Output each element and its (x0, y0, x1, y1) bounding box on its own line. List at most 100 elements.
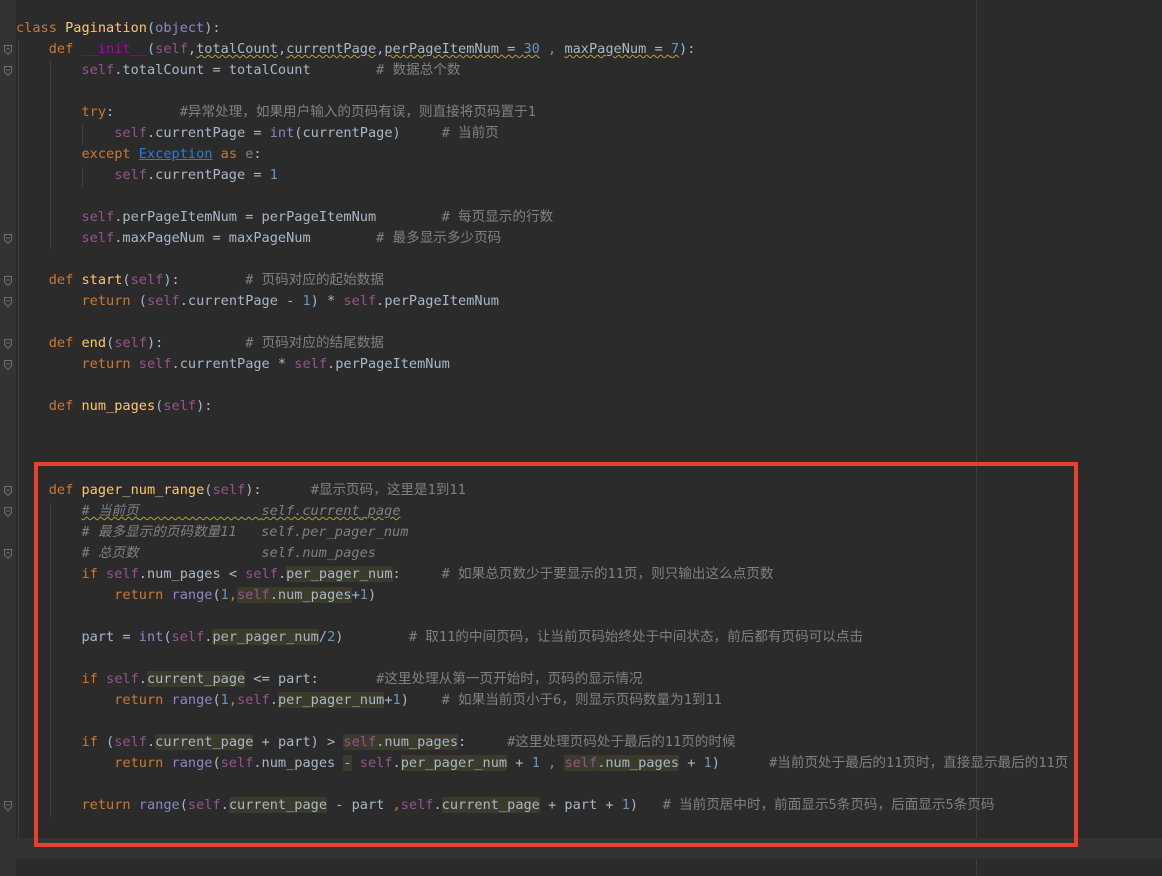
code-token: range (171, 692, 213, 708)
code-token: self (294, 356, 328, 372)
code-token: if (81, 566, 107, 582)
code-token: # 每页显示的行数 (441, 209, 554, 225)
code-line[interactable]: if self.num_pages < self.per_pager_num: … (16, 564, 773, 585)
code-token: totalCount (196, 41, 278, 57)
code-token: ( (163, 629, 172, 645)
fold-marker-icon[interactable] (4, 297, 12, 307)
code-token: #这里处理从第一页开始时，页码的显示情况 (376, 671, 643, 687)
code-token: self (237, 587, 270, 603)
code-line[interactable]: return range(self.num_pages - self.per_p… (16, 753, 1068, 774)
code-line[interactable]: # 最多显示的页码数量11 self.per_pager_num (16, 522, 408, 543)
code-token: try (81, 104, 107, 120)
fold-marker-icon[interactable] (4, 360, 12, 370)
code-line[interactable]: # 总页数 self.num_pages (16, 543, 376, 564)
code-token: end (81, 335, 107, 351)
fold-marker-icon[interactable] (4, 339, 12, 349)
fold-marker-icon[interactable] (4, 507, 12, 517)
code-token: per_pager_num (212, 629, 319, 645)
code-token: # 最多显示多少页码 (376, 230, 502, 246)
code-line[interactable]: part = int(self.per_pager_num/2) # 取11的中… (16, 627, 863, 648)
code-token: + part + (539, 797, 622, 813)
code-line[interactable]: def pager_num_range(self): #显示页码，这里是1到11 (16, 480, 466, 501)
code-token: + (507, 755, 532, 771)
code-line[interactable]: self.totalCount = totalCount # 数据总个数 (16, 60, 460, 81)
code-token: # 页码对应的结尾数据 (245, 335, 384, 351)
code-token: # 最多显示的页码数量11 self.per_pager_num (81, 524, 409, 540)
code-token: , (187, 41, 197, 57)
code-token: except (81, 146, 139, 162)
code-token: : (253, 146, 262, 162)
fold-marker-icon[interactable] (4, 234, 12, 244)
code-line[interactable]: # 当前页 self.current_page (16, 501, 400, 522)
code-line[interactable]: return range(1,self.num_pages+1) (16, 585, 376, 606)
code-line[interactable]: return range(1,self.per_pager_num+1) # 如… (16, 690, 722, 711)
code-token: : (458, 734, 508, 750)
code-token: # 总页数 self.num_pages (81, 545, 376, 561)
code-token: 1 (392, 692, 401, 708)
fold-marker-icon[interactable] (4, 66, 12, 76)
code-token: . (138, 671, 147, 687)
code-line[interactable]: def start(self): # 页码对应的起始数据 (16, 270, 384, 291)
code-line[interactable]: if (self.current_page + part) > self.num… (16, 732, 736, 753)
code-token: #当前页处于最后的11页时，直接显示最后的11页 (769, 755, 1069, 771)
code-line[interactable]: class Pagination(object): (16, 18, 221, 39)
code-line[interactable]: self.currentPage = 1 (16, 165, 278, 186)
code-line[interactable]: return (self.currentPage - 1) * self.per… (16, 291, 499, 312)
code-token: return (81, 293, 139, 309)
code-token: ( (106, 734, 115, 750)
code-token: return (114, 692, 172, 708)
code-line[interactable]: if self.current_page <= part: #这里处理从第一页开… (16, 669, 643, 690)
code-line[interactable]: self.maxPageNum = maxPageNum # 最多显示多少页码 (16, 228, 501, 249)
code-token: .num_pages < (138, 566, 246, 582)
code-token: ( (122, 272, 131, 288)
fold-marker-icon[interactable] (4, 801, 12, 811)
code-token: ( (146, 41, 156, 57)
code-token: self (114, 335, 147, 351)
code-token: .num_pages (376, 734, 459, 750)
code-token: 1 (269, 167, 278, 183)
code-line[interactable]: return range(self.current_page - part ,s… (16, 795, 994, 816)
code-token: .totalCount = totalCount (114, 62, 377, 78)
fold-marker-icon[interactable] (4, 549, 12, 559)
editor-gutter[interactable] (0, 0, 16, 876)
code-token: int (269, 125, 295, 141)
code-line[interactable]: def num_pages(self): (16, 396, 213, 417)
code-token: ( (212, 587, 221, 603)
code-line[interactable]: try: #异常处理，如果用户输入的页码有误，则直接将页码置于1 (16, 102, 535, 123)
code-token: perPageItemNum = (384, 41, 524, 57)
code-line[interactable]: except Exception as e: (16, 144, 262, 165)
code-token: + (679, 755, 704, 771)
code-token: self (359, 755, 393, 771)
code-token: return (114, 587, 172, 603)
code-token: self (155, 41, 188, 57)
code-token: 7 (670, 41, 680, 57)
code-token: def (48, 41, 82, 57)
code-line[interactable]: self.currentPage = int(currentPage) # 当前… (16, 123, 499, 144)
fold-marker-icon[interactable] (4, 486, 12, 496)
code-token: self (171, 629, 205, 645)
code-token: currentPage (286, 41, 377, 57)
code-token: self (81, 209, 115, 225)
code-token: .perPageItemNum (376, 293, 499, 309)
code-line[interactable]: return self.currentPage * self.perPageIt… (16, 354, 449, 375)
code-token: + (384, 692, 393, 708)
code-line[interactable]: def __init__(self,totalCount,currentPage… (16, 39, 696, 60)
fold-marker-icon[interactable] (4, 276, 12, 286)
code-token: .perPageItemNum = perPageItemNum (114, 209, 442, 225)
code-token: # 如果当前页小于6，则显示页码数量为1到11 (441, 692, 722, 708)
code-line[interactable]: def end(self): # 页码对应的结尾数据 (16, 333, 384, 354)
code-line[interactable]: self.perPageItemNum = perPageItemNum # 每… (16, 207, 553, 228)
code-token: ( (212, 755, 221, 771)
fold-marker-icon[interactable] (4, 45, 12, 55)
code-token: , (539, 41, 565, 57)
